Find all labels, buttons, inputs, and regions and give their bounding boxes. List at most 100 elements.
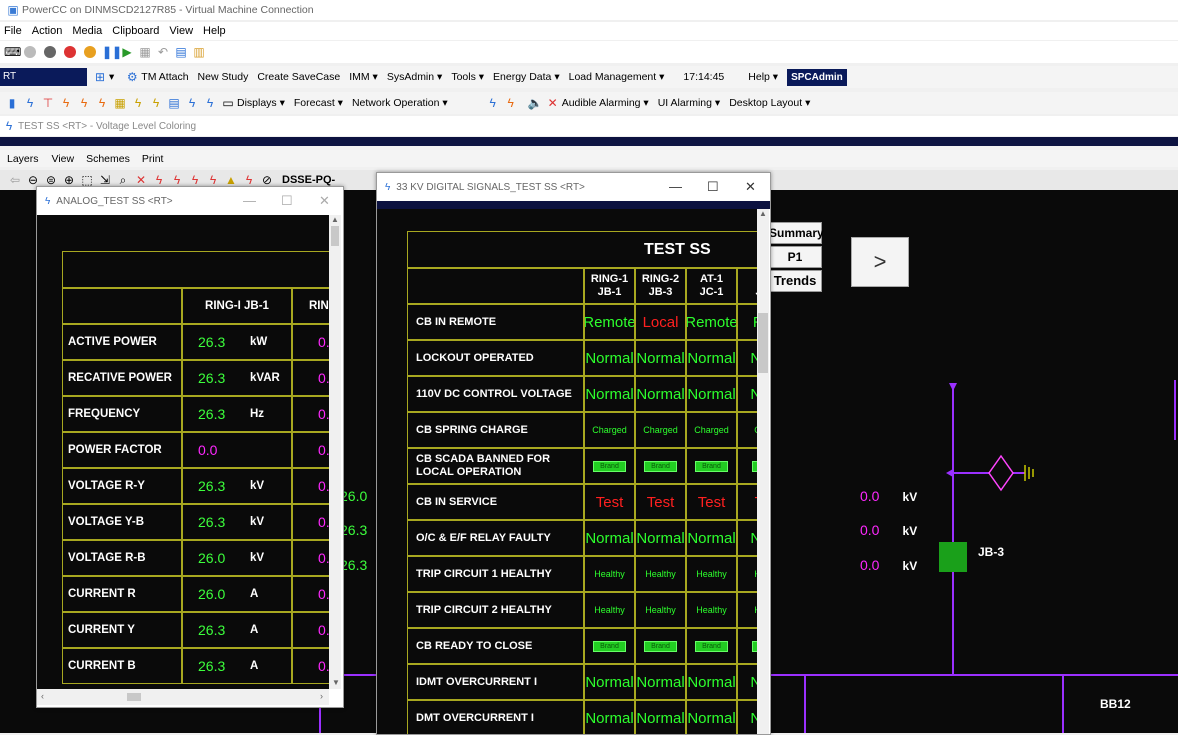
pan-icon[interactable]: ⇲ (98, 173, 112, 187)
digital-status-cell[interactable]: Remote (584, 304, 635, 340)
digital-status-cell[interactable]: Normal (635, 376, 686, 412)
start-icon[interactable] (24, 46, 36, 58)
clear-icon[interactable]: ✕ (134, 173, 148, 187)
scroll-right-icon[interactable]: › (320, 691, 323, 701)
trend4-icon[interactable]: ϟ (206, 173, 220, 187)
scroll-up-icon[interactable]: ▲ (757, 209, 769, 218)
trend2-icon[interactable]: ϟ (170, 173, 184, 187)
digital-status-cell[interactable]: Normal (635, 520, 686, 556)
digital-status-cell[interactable]: Charged (584, 412, 635, 448)
analog-vscrollbar[interactable]: ▲ ▼ (329, 215, 341, 689)
analog-value[interactable]: 26.0 (183, 586, 250, 602)
close-icon[interactable]: ✕ (745, 179, 756, 195)
maximize-icon[interactable]: ☐ (281, 193, 293, 209)
digital-status-cell[interactable]: Brand (584, 448, 635, 484)
digital-status-cell[interactable]: Normal (635, 340, 686, 376)
digital-status-cell[interactable]: Healthy (635, 556, 686, 592)
digital-status-cell[interactable]: Normal (686, 376, 737, 412)
analog-value[interactable]: 26.3 (183, 658, 250, 674)
hscroll-thumb[interactable] (127, 693, 141, 701)
digital-status-cell[interactable]: Healthy (686, 556, 737, 592)
digital-status-cell[interactable]: Hea (737, 556, 757, 592)
audible-alarming-menu[interactable]: Audible Alarming ▾ (562, 97, 649, 109)
load-management-menu[interactable]: Load Management ▾ (569, 71, 665, 83)
analog-value[interactable]: 26.3 (183, 514, 250, 530)
digital-status-cell[interactable]: Brand (635, 448, 686, 484)
scroll-down-icon[interactable]: ▼ (332, 678, 340, 687)
analog-value-2[interactable]: 0. (293, 334, 329, 350)
vm-menu-action[interactable]: Action (32, 25, 63, 37)
display-menu-schemes[interactable]: Schemes (86, 153, 130, 165)
digital-status-cell[interactable]: Re (737, 304, 757, 340)
analog-value[interactable]: 0.0 (183, 442, 250, 458)
digital-status-cell[interactable]: Te (737, 484, 757, 520)
vm-menu-media[interactable]: Media (72, 25, 102, 37)
network-operation-menu[interactable]: Network Operation ▾ (352, 97, 448, 109)
display-menu-layers[interactable]: Layers (7, 153, 39, 165)
workspace-icon[interactable]: ⊞ (93, 70, 107, 84)
tool-table-icon[interactable]: ⊤ (41, 96, 55, 110)
analog-value-2[interactable]: 0. (293, 586, 329, 602)
imm-menu[interactable]: IMM ▾ (349, 71, 378, 83)
ui-alarming-menu[interactable]: UI Alarming ▾ (658, 97, 720, 109)
tool-grid-icon[interactable]: ▦ (113, 96, 127, 110)
analog-value-2[interactable]: 0. (293, 478, 329, 494)
create-savecase-button[interactable]: Create SaveCase (257, 71, 340, 83)
digital-status-cell[interactable]: Normal (584, 520, 635, 556)
analog-value[interactable]: 26.0 (183, 550, 250, 566)
turn-off-icon[interactable] (44, 46, 56, 58)
ctrl-alt-del-icon[interactable]: ⌨ (4, 45, 21, 59)
tag-icon[interactable]: ⊘ (260, 173, 274, 187)
shutdown-icon[interactable] (64, 46, 76, 58)
analog-value-2[interactable]: 0. (293, 658, 329, 674)
digital-status-cell[interactable]: Nor (737, 520, 757, 556)
digital-status-cell[interactable]: Normal (686, 340, 737, 376)
digital-status-cell[interactable]: Hea (737, 592, 757, 628)
digital-status-cell[interactable]: Normal (635, 700, 686, 734)
resume-icon[interactable]: ▶ (120, 45, 134, 59)
sysadmin-menu[interactable]: SysAdmin ▾ (387, 71, 442, 83)
new-study-button[interactable]: New Study (198, 71, 249, 83)
digital-status-cell[interactable]: Normal (686, 700, 737, 734)
digital-status-cell[interactable]: Normal (584, 340, 635, 376)
digital-status-cell[interactable]: Cha (737, 412, 757, 448)
digital-status-cell[interactable]: Nor (737, 664, 757, 700)
digital-status-cell[interactable]: Br (737, 628, 757, 664)
trend3-icon[interactable]: ϟ (188, 173, 202, 187)
vm-menu-view[interactable]: View (169, 25, 193, 37)
displays-menu[interactable]: Displays ▾ (237, 97, 285, 109)
analog-value-2[interactable]: 0. (293, 514, 329, 530)
digital-status-cell[interactable]: Brand (635, 628, 686, 664)
digital-status-cell[interactable]: Brand (686, 448, 737, 484)
digital-status-cell[interactable]: Test (635, 484, 686, 520)
digital-status-cell[interactable]: Healthy (584, 556, 635, 592)
share-icon[interactable]: ▥ (192, 45, 206, 59)
analog-value-2[interactable]: 0. (293, 370, 329, 386)
digital-status-cell[interactable]: Test (584, 484, 635, 520)
forecast-menu[interactable]: Forecast ▾ (294, 97, 343, 109)
tool-warn2-icon[interactable]: ϟ (149, 96, 163, 110)
minimize-icon[interactable]: — (243, 193, 256, 208)
select-icon[interactable]: ⬚ (80, 173, 94, 187)
digital-status-cell[interactable]: Local (635, 304, 686, 340)
analog-value[interactable]: 26.3 (183, 370, 250, 386)
p1-button[interactable]: P1 (768, 246, 822, 268)
digital-status-cell[interactable]: Normal (584, 376, 635, 412)
trend6-icon[interactable]: ϟ (242, 173, 256, 187)
digital-status-cell[interactable]: Nor (737, 340, 757, 376)
digital-status-cell[interactable]: Healthy (584, 592, 635, 628)
tool-blue2-icon[interactable]: ϟ (203, 96, 217, 110)
energy-data-menu[interactable]: Energy Data ▾ (493, 71, 560, 83)
zoom-fit-icon[interactable]: ⊜ (44, 173, 58, 187)
scroll-thumb[interactable] (331, 226, 339, 246)
digital-status-cell[interactable]: Test (686, 484, 737, 520)
digital-status-cell[interactable]: Healthy (686, 592, 737, 628)
scroll-thumb[interactable] (758, 313, 768, 373)
analog-window[interactable]: ϟ ANALOG_TEST SS <RT> — ☐ ✕ RING-I JB-1 … (36, 186, 344, 708)
tool-doc-icon[interactable]: ▤ (167, 96, 181, 110)
tool-alarm2-icon[interactable]: ϟ (77, 96, 91, 110)
pause-icon[interactable]: ❚❚ (102, 45, 122, 59)
list-icon[interactable]: ▮ (5, 96, 19, 110)
tools-menu[interactable]: Tools ▾ (451, 71, 484, 83)
digital-window[interactable]: ϟ 33 KV DIGITAL SIGNALS_TEST SS <RT> — ☐… (376, 172, 771, 735)
